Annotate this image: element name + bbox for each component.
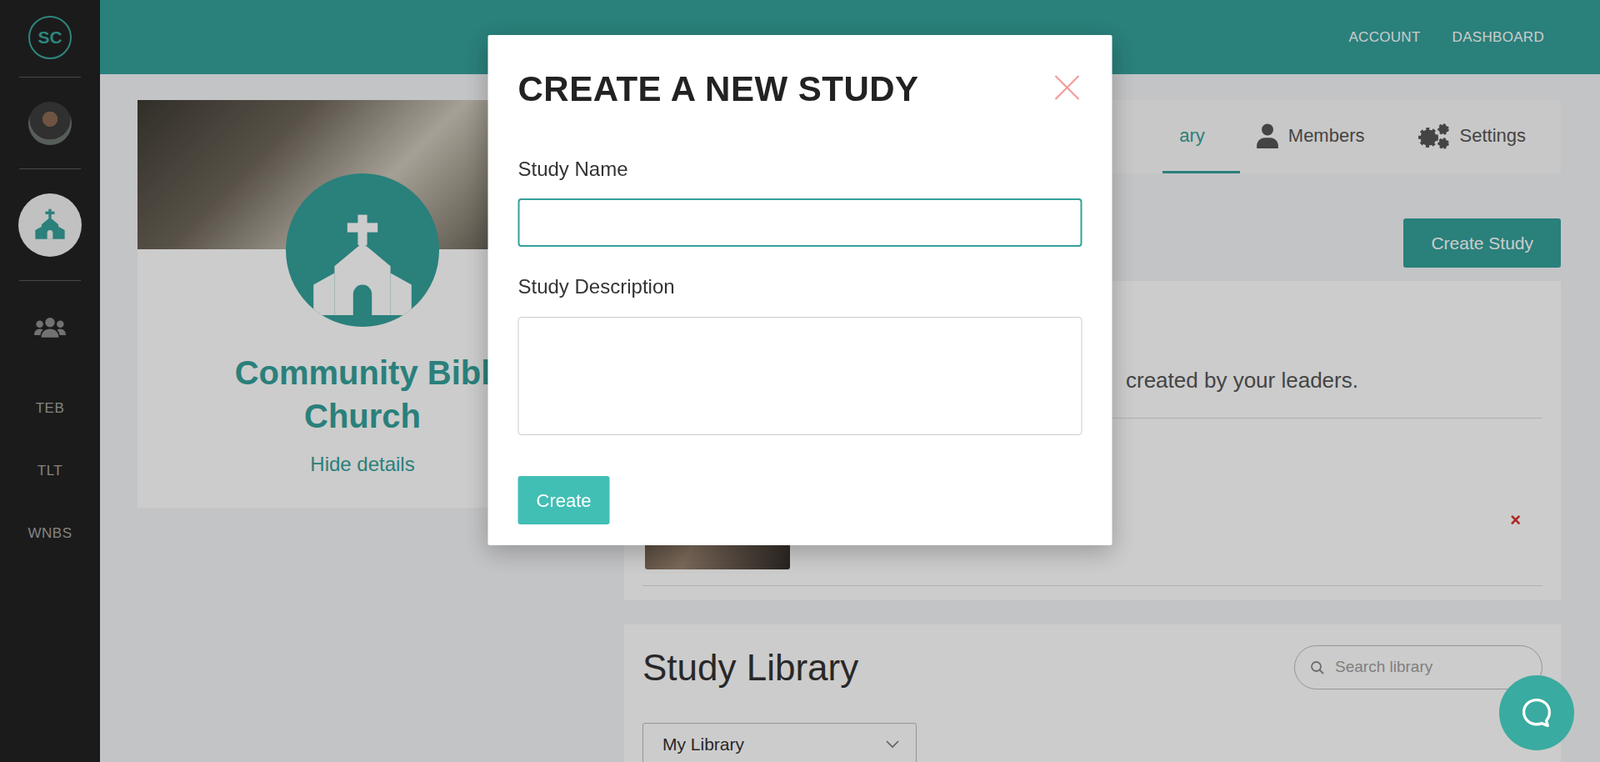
create-button[interactable]: Create <box>518 475 610 525</box>
field-label: Study Name <box>518 155 1083 184</box>
create-study-dialog: CREATE A NEW STUDY Study Name Study Descri… <box>488 35 1113 545</box>
field-label: Study Description <box>518 272 1083 301</box>
study-name-input[interactable] <box>518 198 1083 247</box>
dialog-title: CREATE A NEW STUDY <box>518 68 920 110</box>
description-textarea[interactable] <box>518 316 1083 435</box>
chat-icon[interactable] <box>1499 675 1575 750</box>
close-icon[interactable] <box>1052 72 1083 103</box>
